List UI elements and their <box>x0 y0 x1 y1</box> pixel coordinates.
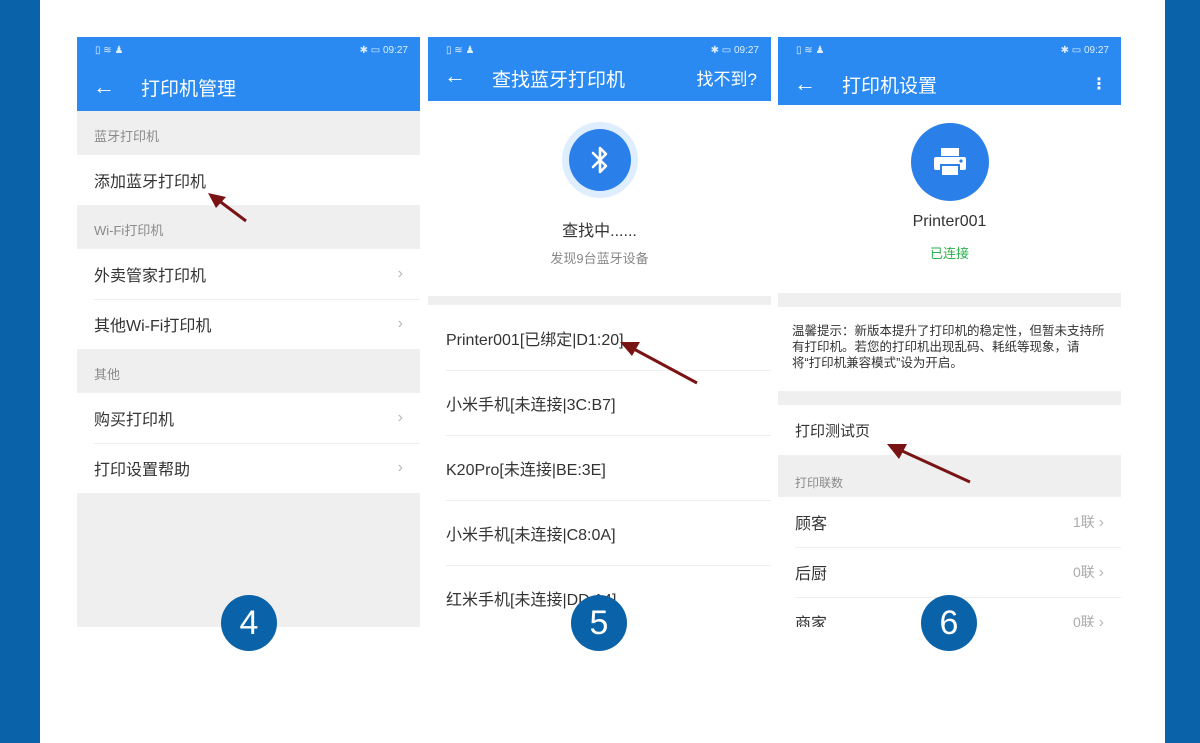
printer-icon <box>910 123 989 201</box>
section-label-wifi: Wi-Fi打印机 <box>77 205 420 249</box>
screen-printer-settings: ▯ ≋ ♟ ✱ ▭ 09:27 ← 打印机设置 ⋮ Printer001 已连接… <box>778 37 1121 627</box>
found-count-text: 发现9台蓝牙设备 <box>550 251 649 266</box>
device-label: K20Pro[未连接|BE:3E] <box>446 461 606 479</box>
copies-value: 0联 › <box>1073 612 1104 627</box>
chevron-right-icon: › <box>397 265 403 282</box>
section-label-bluetooth: 蓝牙打印机 <box>77 111 420 155</box>
list-item-label: 其他Wi-Fi打印机 <box>94 318 212 335</box>
device-row-printer001[interactable]: Printer001[已绑定|D1:20] <box>428 305 771 370</box>
device-label: 小米手机[未连接|C8:0A] <box>446 526 616 544</box>
chevron-right-icon: › <box>1098 614 1104 627</box>
step-badge-5: 5 <box>571 595 627 651</box>
copies-name: 顾客 <box>795 516 828 533</box>
print-test-page-button[interactable]: 打印测试页 <box>778 405 1121 455</box>
copies-name: 商家 <box>795 616 828 627</box>
device-row[interactable]: 小米手机[未连接|3C:B7] <box>428 370 771 435</box>
device-label: Printer001[已绑定|D1:20] <box>446 331 624 349</box>
status-left: ▯ ≋ ♟ <box>446 44 475 56</box>
list-item-label: 添加蓝牙打印机 <box>94 174 207 191</box>
copies-count: 1联 <box>1072 514 1095 530</box>
step-badge-6: 6 <box>921 595 977 651</box>
searching-text: 查找中...... <box>562 223 637 240</box>
screen-find-bluetooth-printer: ▯ ≋ ♟ ✱ ▭ 09:27 ← 查找蓝牙打印机 找不到? 查找中......… <box>428 37 771 627</box>
device-row[interactable]: 小米手机[未连接|C8:0A] <box>428 500 771 565</box>
status-left: ▯ ≋ ♟ <box>95 44 124 56</box>
bluetooth-icon <box>568 129 631 191</box>
chevron-right-icon: › <box>397 459 403 476</box>
chevron-right-icon: › <box>397 315 403 332</box>
device-label: 小米手机[未连接|3C:B7] <box>446 396 616 414</box>
page-title: 打印机管理 <box>141 78 237 100</box>
divider <box>778 293 1121 307</box>
cant-find-button[interactable]: 找不到? <box>697 65 757 90</box>
app-bar: ← 打印机管理 <box>77 63 420 111</box>
copies-section-label: 打印联数 <box>778 455 1121 497</box>
status-right: ✱ ▭ 09:27 <box>710 44 759 56</box>
connection-status: 已连接 <box>929 246 969 261</box>
print-settings-help-item[interactable]: 打印设置帮助 › <box>77 443 420 493</box>
copies-value: 1联 › <box>1073 512 1104 532</box>
copies-count: 0联 <box>1072 564 1095 580</box>
status-bar: ▯ ≋ ♟ ✱ ▭ 09:27 <box>428 37 771 63</box>
search-panel: 查找中...... 发现9台蓝牙设备 <box>428 101 771 296</box>
takeout-printer-item[interactable]: 外卖管家打印机 › <box>77 249 420 299</box>
step-badge-4: 4 <box>221 595 277 651</box>
buy-printer-item[interactable]: 购买打印机 › <box>77 393 420 443</box>
copies-name: 后厨 <box>795 566 828 583</box>
section-label-other: 其他 <box>77 349 420 393</box>
device-row[interactable]: K20Pro[未连接|BE:3E] <box>428 435 771 500</box>
chevron-right-icon: › <box>397 409 403 426</box>
list-item-label: 外卖管家打印机 <box>94 268 207 285</box>
status-right: ✱ ▭ 09:27 <box>359 44 408 56</box>
copies-row-kitchen[interactable]: 后厨 0联 › <box>778 547 1121 597</box>
back-arrow-icon[interactable]: ← <box>93 76 119 98</box>
test-page-label: 打印测试页 <box>795 422 871 440</box>
add-bluetooth-printer-item[interactable]: 添加蓝牙打印机 <box>77 155 420 205</box>
chevron-right-icon: › <box>1098 514 1104 531</box>
back-arrow-icon[interactable]: ← <box>444 65 470 87</box>
more-menu-icon[interactable]: ⋮ <box>1091 74 1107 94</box>
page-title: 打印机设置 <box>842 75 938 97</box>
divider <box>778 391 1121 405</box>
divider <box>428 296 771 305</box>
chevron-right-icon: › <box>1098 564 1104 581</box>
list-item-label: 打印设置帮助 <box>94 462 191 479</box>
copies-row-customer[interactable]: 顾客 1联 › <box>778 497 1121 547</box>
status-right: ✱ ▭ 09:27 <box>1060 44 1109 56</box>
printer-header: Printer001 已连接 <box>778 105 1121 293</box>
status-bar: ▯ ≋ ♟ ✱ ▭ 09:27 <box>778 37 1121 63</box>
app-bar: ← 查找蓝牙打印机 找不到? <box>428 63 771 101</box>
notice-text: 温馨提示：新版本提升了打印机的稳定性，但暂未支持所有打印机。若您的打印机出现乱码… <box>778 307 1121 391</box>
app-bar: ← 打印机设置 ⋮ <box>778 63 1121 105</box>
page-title: 查找蓝牙打印机 <box>492 70 626 91</box>
bluetooth-halo <box>561 122 638 198</box>
screen-printer-management: ▯ ≋ ♟ ✱ ▭ 09:27 ← 打印机管理 蓝牙打印机 添加蓝牙打印机 Wi… <box>77 37 420 627</box>
list-item-label: 购买打印机 <box>94 412 175 429</box>
status-left: ▯ ≋ ♟ <box>796 44 825 56</box>
copies-count: 0联 <box>1072 614 1095 627</box>
status-bar: ▯ ≋ ♟ ✱ ▭ 09:27 <box>77 37 420 63</box>
back-arrow-icon[interactable]: ← <box>794 73 820 95</box>
copies-value: 0联 › <box>1073 562 1104 582</box>
printer-name: Printer001 <box>912 213 987 230</box>
other-wifi-printer-item[interactable]: 其他Wi-Fi打印机 › <box>77 299 420 349</box>
